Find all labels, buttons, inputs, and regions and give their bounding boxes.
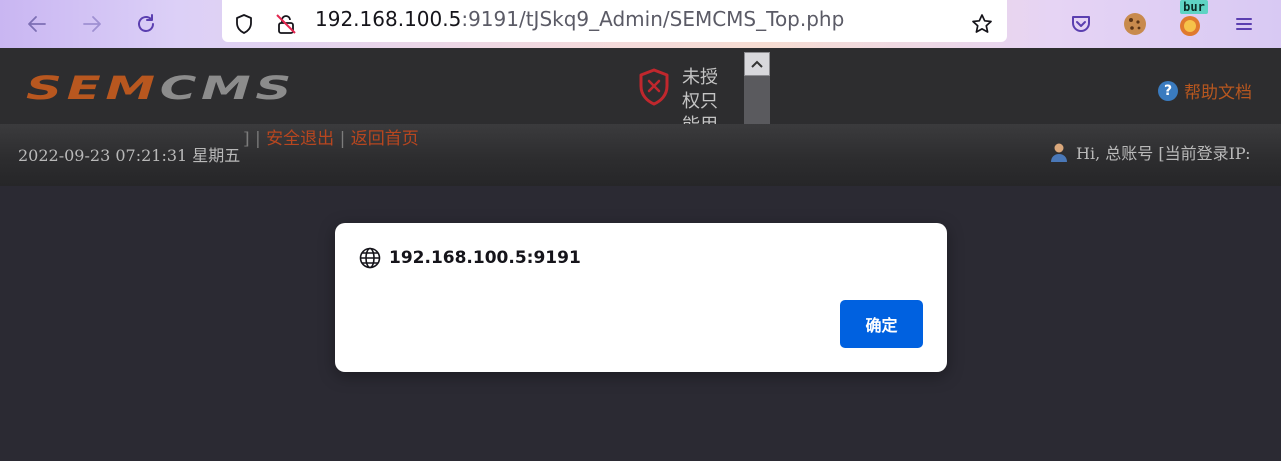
current-datetime: 2022-09-23 07:21:31 星期五 xyxy=(18,146,241,165)
help-label: 帮助文档 xyxy=(1184,83,1252,103)
nav-links: ] | 安全退出 | 返回首页 xyxy=(243,124,419,149)
link-separator: | xyxy=(339,129,346,149)
cookie-icon[interactable] xyxy=(1117,6,1153,42)
dialog-origin-text: 192.168.100.5:9191 xyxy=(389,248,581,268)
back-arrow-icon[interactable] xyxy=(19,6,55,42)
logout-link[interactable]: 安全退出 xyxy=(266,129,334,149)
url-path: :9191/tJSkq9_Admin/SEMCMS_Top.php xyxy=(461,7,845,31)
lock-insecure-icon[interactable] xyxy=(268,6,304,42)
notice-scrollbar[interactable] xyxy=(744,52,770,124)
home-link[interactable]: 返回首页 xyxy=(351,129,419,149)
dialog-origin: 192.168.100.5:9191 xyxy=(359,247,581,269)
scroll-up-button[interactable] xyxy=(744,52,770,76)
user-avatar-icon xyxy=(1051,143,1067,162)
notice-frame: 未授权只能用于测试 xyxy=(620,52,770,124)
menu-icon[interactable] xyxy=(1226,6,1262,42)
extension-badge: bur xyxy=(1180,0,1208,14)
star-icon[interactable] xyxy=(964,6,1000,42)
notice-text: 未授权只能用于测试 xyxy=(682,67,718,124)
semcms-logo: SEM CMS xyxy=(26,71,296,103)
forward-arrow-icon[interactable] xyxy=(74,6,110,42)
browser-toolbar: 192.168.100.5:9191/tJSkq9_Admin/SEMCMS_T… xyxy=(0,0,1281,48)
pocket-icon[interactable] xyxy=(1063,6,1099,42)
chevron-up-icon xyxy=(751,60,763,68)
ok-button[interactable]: 确定 xyxy=(840,300,923,348)
globe-icon xyxy=(359,247,381,269)
url-text[interactable]: 192.168.100.5:9191/tJSkq9_Admin/SEMCMS_T… xyxy=(315,6,844,32)
help-question-icon: ? xyxy=(1158,80,1178,101)
alert-dialog: 192.168.100.5:9191 确定 xyxy=(335,223,947,372)
svg-text:SEMCMS: SEM CMS xyxy=(26,71,296,103)
user-greeting: Hi, 总账号 [当前登录IP: xyxy=(1076,144,1251,163)
help-link[interactable]: ? 帮助文档 xyxy=(1158,78,1252,103)
url-host: 192.168.100.5 xyxy=(315,7,462,31)
user-info: Hi, 总账号 [当前登录IP: xyxy=(1048,140,1250,164)
link-separator: ] | xyxy=(243,129,261,149)
reload-icon[interactable] xyxy=(128,6,164,42)
warning-shield-icon xyxy=(639,68,669,106)
shield-icon[interactable] xyxy=(226,6,262,42)
